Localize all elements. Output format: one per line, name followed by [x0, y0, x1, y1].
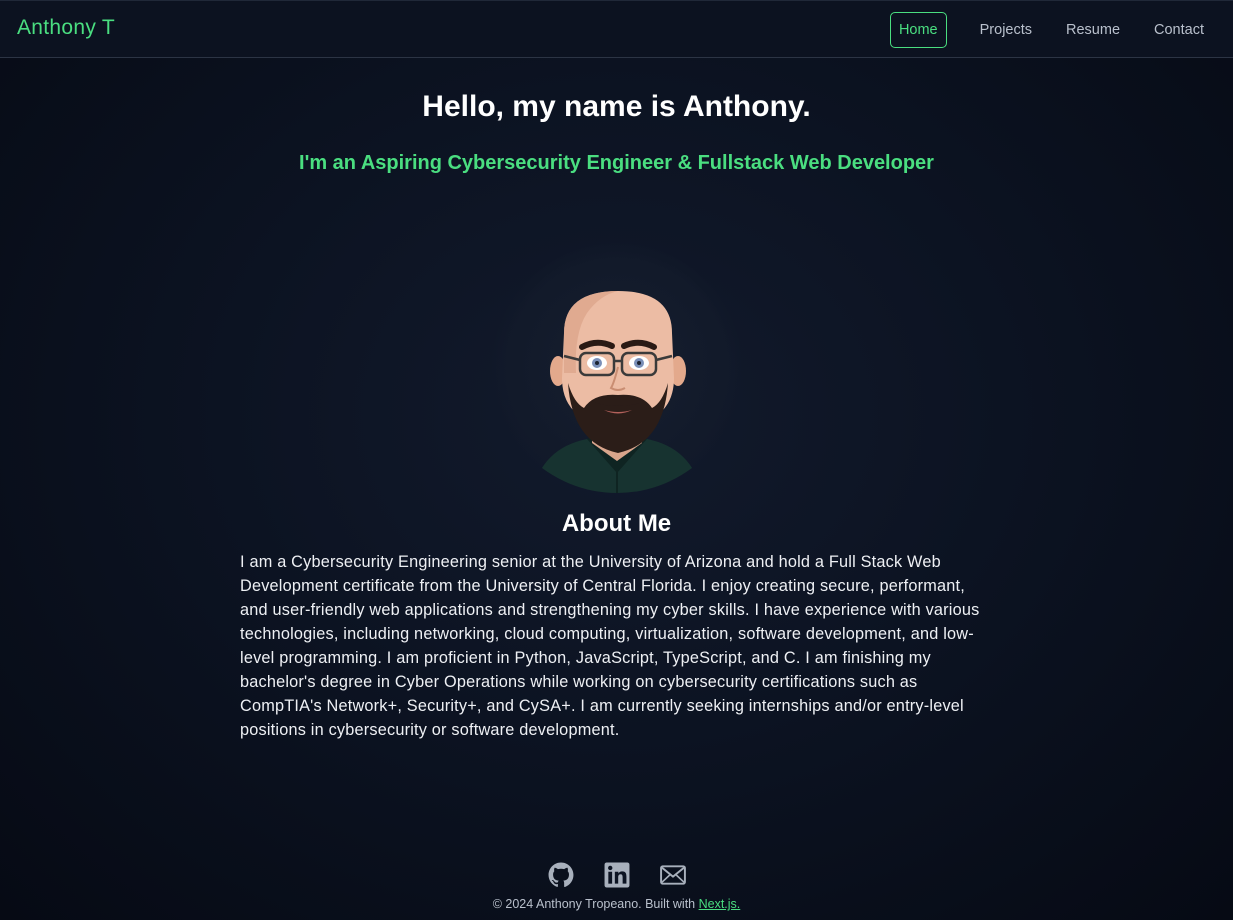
nav-link-projects[interactable]: Projects [971, 12, 1041, 48]
footer: © 2024 Anthony Tropeano. Built with Next… [0, 897, 1233, 911]
nav-link-contact[interactable]: Contact [1145, 12, 1213, 48]
avatar-illustration [532, 291, 702, 493]
nav-link-resume[interactable]: Resume [1057, 12, 1129, 48]
email-icon[interactable] [659, 862, 686, 888]
brand-logo[interactable]: Anthony T [17, 16, 115, 40]
footer-copyright: © 2024 Anthony Tropeano. Built with [492, 897, 699, 911]
hero-title: Hello, my name is Anthony. [422, 90, 811, 123]
github-icon[interactable] [548, 862, 574, 888]
hero-subtitle: I'm an Aspiring Cybersecurity Engineer &… [299, 152, 934, 174]
social-links [0, 862, 1233, 888]
avatar [492, 243, 742, 493]
about-title: About Me [561, 510, 672, 537]
nav-link-home[interactable]: Home [889, 12, 947, 48]
about-body: I am a Cybersecurity Engineering senior … [240, 553, 980, 739]
navbar: Anthony T Home Projects Resume Contact [0, 0, 1233, 58]
linkedin-icon[interactable] [604, 862, 630, 888]
footer-nextjs-link[interactable]: Next.js. [699, 897, 741, 911]
nav-links: Home Projects Resume Contact [889, 12, 1213, 48]
